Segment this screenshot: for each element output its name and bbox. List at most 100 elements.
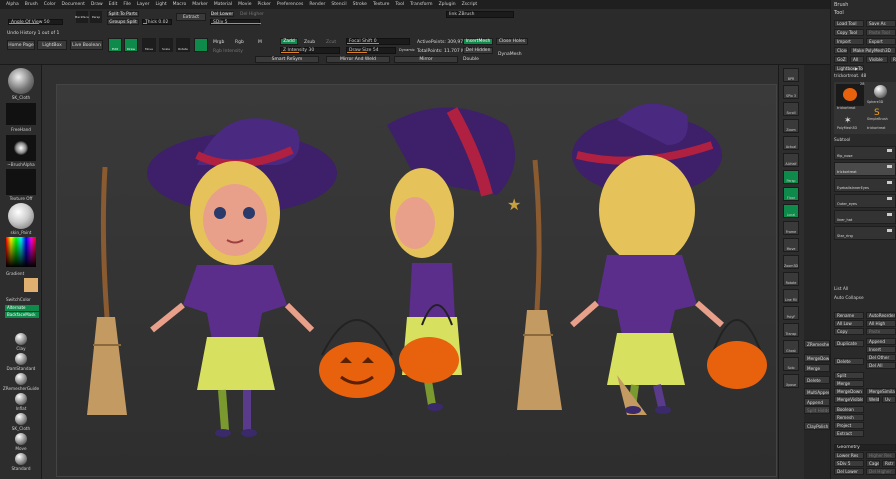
clay-polish-button[interactable]: ClayPolish: [804, 422, 830, 430]
merge-button[interactable]: Merge: [804, 364, 830, 372]
scale-mode-button[interactable]: Scale: [159, 38, 173, 52]
focal-shift-slider[interactable]: Focal Shift 0: [346, 38, 410, 45]
mirror-button[interactable]: Mirror: [394, 56, 458, 63]
boolean-button[interactable]: Boolean: [834, 406, 864, 413]
lower-res-button[interactable]: Lower Res: [834, 452, 864, 459]
clone-button[interactable]: Clone: [834, 47, 848, 54]
brush-palette-header[interactable]: Brush: [834, 2, 848, 8]
visibility-icon[interactable]: [887, 149, 892, 152]
load-tool-button[interactable]: Load Tool: [834, 20, 864, 27]
zremesher-button[interactable]: ZRemesher: [804, 340, 830, 348]
del-other-button[interactable]: Del Other: [866, 354, 896, 361]
stroke-icon[interactable]: [6, 103, 36, 125]
angle-of-view-slider[interactable]: Angle Of View 50: [8, 19, 63, 25]
subtool-row[interactable]: EyeballsInnerEyes: [834, 178, 896, 192]
menu-movie[interactable]: Movie: [238, 2, 251, 7]
simplebrush-icon[interactable]: S: [874, 108, 886, 118]
all-high-button[interactable]: All High: [866, 320, 896, 327]
visibility-icon[interactable]: [887, 213, 892, 216]
close-holes-button[interactable]: Close Holes: [496, 38, 528, 45]
menu-material[interactable]: Material: [214, 2, 232, 7]
shelf-move-button[interactable]: Move: [783, 238, 799, 252]
shelf-xpose-button[interactable]: Xpose: [783, 374, 799, 388]
visibility-icon[interactable]: [887, 229, 892, 232]
project-button[interactable]: Project: [834, 422, 864, 429]
menu-zplugin[interactable]: Zplugin: [439, 2, 456, 7]
rgb-intensity-slider[interactable]: Rgb Intensity: [213, 49, 243, 54]
multi-append-button[interactable]: MultiAppend: [804, 388, 830, 396]
all-button[interactable]: All: [850, 56, 864, 63]
paste-button[interactable]: Paste: [866, 328, 896, 335]
list-all-button[interactable]: List All: [834, 287, 848, 292]
extract-button[interactable]: Extract: [176, 13, 206, 21]
rotate-mode-button[interactable]: Rotate: [176, 38, 190, 52]
brush-sk-cloth-icon[interactable]: [15, 413, 27, 425]
copy-tool-button[interactable]: Copy Tool: [834, 29, 864, 36]
smart-resym-button[interactable]: Smart ReSym: [255, 56, 319, 63]
del-all-button[interactable]: Del All: [866, 362, 896, 369]
append-button[interactable]: Append: [866, 338, 896, 345]
menu-document[interactable]: Document: [62, 2, 85, 7]
extract-button[interactable]: Extract: [834, 430, 864, 437]
visibility-icon[interactable]: [887, 181, 892, 184]
backface-button[interactable]: Backface: [75, 11, 89, 23]
polyframe-button[interactable]: [194, 38, 208, 52]
shelf-spix-3-button[interactable]: SPix 3: [783, 85, 799, 99]
draw-size-slider[interactable]: Draw Size 54: [346, 47, 396, 54]
merge-button[interactable]: Merge: [834, 380, 864, 387]
menu-tool[interactable]: Tool: [395, 2, 404, 7]
shelf-solo-button[interactable]: Solo: [783, 357, 799, 371]
menu-layer[interactable]: Layer: [137, 2, 150, 7]
groups-split-button[interactable]: Groups Split: [107, 19, 139, 25]
color-picker[interactable]: [6, 237, 36, 267]
mrgb-button[interactable]: Mrgb: [213, 40, 224, 45]
double-button[interactable]: Double: [463, 57, 479, 62]
cage-button[interactable]: Cage: [866, 460, 880, 467]
paste-tool-button[interactable]: Paste Tool: [866, 29, 896, 36]
brush-clay-icon[interactable]: [15, 333, 27, 345]
menu-brush[interactable]: Brush: [25, 2, 38, 7]
menu-color[interactable]: Color: [44, 2, 56, 7]
menu-texture[interactable]: Texture: [373, 2, 389, 7]
brush-zremesherguide-icon[interactable]: [15, 373, 27, 385]
shelf-frame-button[interactable]: Frame: [783, 221, 799, 235]
alpha-icon[interactable]: [6, 135, 36, 161]
shelf-aahalf-button[interactable]: AAHalf: [783, 153, 799, 167]
menu-preferences[interactable]: Preferences: [277, 2, 303, 7]
remesh-button[interactable]: Remesh: [834, 414, 864, 421]
shelf-ghost-button[interactable]: Ghost: [783, 340, 799, 354]
brush-standard-icon[interactable]: [15, 453, 27, 465]
all-low-button[interactable]: All Low: [834, 320, 864, 327]
live-boolean-button[interactable]: Live Boolean: [70, 40, 103, 50]
shelf-actual-button[interactable]: Actual: [783, 136, 799, 150]
tool-thumb-trickortreat[interactable]: [836, 84, 864, 106]
weld-button[interactable]: Weld: [866, 396, 880, 403]
rgb-button[interactable]: Rgb: [235, 40, 244, 45]
shelf-floor-button[interactable]: Floor: [783, 187, 799, 201]
move-mode-button[interactable]: Move: [142, 38, 156, 52]
sdiv-slider[interactable]: SDiv 5: [210, 19, 261, 25]
subtool-row[interactable]: Star_ring: [834, 226, 896, 240]
del-hidden-button[interactable]: Del Hidden: [463, 47, 493, 54]
tool-palette-header[interactable]: Tool: [834, 10, 844, 16]
rstr-button[interactable]: Rstr: [882, 460, 896, 467]
merge-down-button[interactable]: MergeDown: [834, 388, 864, 395]
shelf-polyf-button[interactable]: PolyF: [783, 306, 799, 320]
copy-button[interactable]: Copy: [834, 328, 864, 335]
brush-inflat-icon[interactable]: [15, 393, 27, 405]
texture-icon[interactable]: [6, 169, 36, 195]
subtool-row[interactable]: Outer_eyes: [834, 194, 896, 208]
brush-move-icon[interactable]: [15, 433, 27, 445]
del-lower-button[interactable]: Del Lower: [834, 468, 864, 475]
menu-render[interactable]: Render: [309, 2, 325, 7]
menu-draw[interactable]: Draw: [91, 2, 103, 7]
del-higher-button[interactable]: Del Higher: [866, 468, 896, 475]
subtool-row[interactable]: liner_hat: [834, 210, 896, 224]
shelf-scroll-button[interactable]: Scroll: [783, 102, 799, 116]
menu-alpha[interactable]: Alpha: [6, 2, 19, 7]
menu-picker[interactable]: Picker: [257, 2, 270, 7]
menu-edit[interactable]: Edit: [109, 2, 118, 7]
visible-button[interactable]: Visible: [866, 56, 888, 63]
visibility-icon[interactable]: [887, 197, 892, 200]
shelf-bpr-button[interactable]: BPR: [783, 68, 799, 82]
